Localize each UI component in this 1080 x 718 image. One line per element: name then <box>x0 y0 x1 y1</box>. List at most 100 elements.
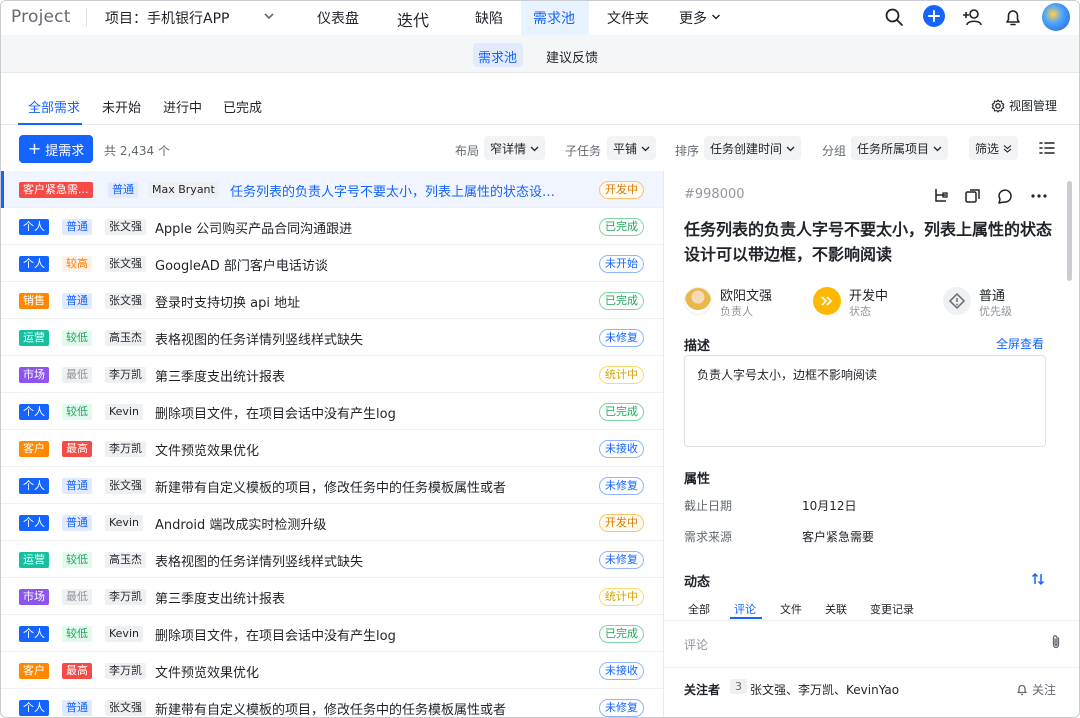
status-badge[interactable]: 未修复 <box>599 477 644 495</box>
list-row[interactable]: 市场 最低 李万凯 第三季度支出统计报表 统计中 <box>1 578 663 615</box>
chevron-down-icon[interactable] <box>711 12 721 22</box>
group-select[interactable]: 任务所属项目 <box>851 136 949 160</box>
more-icon[interactable] <box>1030 187 1048 205</box>
subtask-icon[interactable] <box>932 187 950 205</box>
status-badge[interactable]: 未修复 <box>599 329 644 347</box>
status-badge[interactable]: 已完成 <box>599 403 644 421</box>
subnav-requirements-pool[interactable]: 需求池 <box>478 47 517 66</box>
row-title[interactable]: Android 端改成实时检测升级 <box>155 514 326 533</box>
activity-tab-links[interactable]: 关联 <box>825 601 847 617</box>
tab-not-started[interactable]: 未开始 <box>102 97 141 116</box>
description-box[interactable]: 负责人字号太小，边框不影响阅读 <box>684 355 1046 447</box>
status-badge[interactable]: 未修复 <box>599 551 644 569</box>
row-title[interactable]: 第三季度支出统计报表 <box>155 588 285 607</box>
due-date-value[interactable]: 10月12日 <box>802 497 857 514</box>
chevron-down-icon[interactable] <box>263 10 275 22</box>
row-title[interactable]: 新建带有自定义模板的项目，修改任务中的任务模板属性或者 <box>155 477 506 496</box>
status-badge[interactable]: 未开始 <box>599 255 644 273</box>
full-view-link[interactable]: 全屏查看 <box>996 335 1044 352</box>
nav-defects[interactable]: 缺陷 <box>475 8 503 28</box>
status-badge[interactable]: 未修复 <box>599 699 644 717</box>
list-row[interactable]: 个人 较低 Kevin 删除项目文件，在项目会话中没有产生log 已完成 <box>1 615 663 652</box>
list-row[interactable]: 客户紧急需... 普通 Max Bryant 任务列表的负责人字号不要太小，列表上属性… <box>1 171 663 208</box>
subnav-feedback[interactable]: 建议反馈 <box>546 47 598 66</box>
status-badge[interactable]: 已完成 <box>599 218 644 236</box>
activity-tab-comments[interactable]: 评论 <box>734 601 756 617</box>
comment-icon[interactable] <box>996 187 1014 205</box>
row-title[interactable]: 新建带有自定义模板的项目，修改任务中的任务模板属性或者 <box>155 699 506 717</box>
list-row[interactable]: 市场 最低 李万凯 第三季度支出统计报表 统计中 <box>1 356 663 393</box>
status-badge[interactable]: 已完成 <box>599 292 644 310</box>
list-row[interactable]: 运营 较低 高玉杰 表格视图的任务详情列竖线样式缺失 未修复 <box>1 319 663 356</box>
followers-list[interactable]: 张文强、李万凯、KevinYao <box>750 681 899 698</box>
add-member-icon[interactable] <box>961 6 983 28</box>
filter-button[interactable]: 筛选 <box>969 136 1019 160</box>
activity-tab-files[interactable]: 文件 <box>780 601 802 617</box>
list-row[interactable]: 销售 普通 张文强 登录时支持切换 api 地址 已完成 <box>1 282 663 319</box>
row-title[interactable]: 表格视图的任务详情列竖线样式缺失 <box>155 329 363 348</box>
activity-tab-all[interactable]: 全部 <box>688 601 710 617</box>
assignee-label: 负责人 <box>720 305 753 318</box>
row-title[interactable]: GoogleAD 部门客户电话访谈 <box>155 255 328 274</box>
list-row[interactable]: 个人 普通 张文强 新建带有自定义模板的项目，修改任务中的任务模板属性或者 未修复 <box>1 689 663 717</box>
new-requirement-button[interactable]: + 提需求 <box>19 135 93 163</box>
layout-select[interactable]: 窄详情 <box>484 136 546 160</box>
subtask-select[interactable]: 平铺 <box>607 136 657 160</box>
create-button[interactable] <box>923 5 945 27</box>
status-badge[interactable]: 统计中 <box>599 588 644 606</box>
due-date-label: 截止日期 <box>684 499 733 513</box>
nav-iteration[interactable]: 迭代 <box>397 7 429 31</box>
status-badge[interactable]: 开发中 <box>599 514 644 532</box>
activity-tab-changes[interactable]: 变更记录 <box>870 601 914 617</box>
list-view-icon[interactable] <box>1037 138 1057 158</box>
list-row[interactable]: 个人 较低 Kevin 删除项目文件，在项目会话中没有产生log 已完成 <box>1 393 663 430</box>
row-title[interactable]: Apple 公司购买产品合同沟通跟进 <box>155 218 352 237</box>
row-title[interactable]: 删除项目文件，在项目会话中没有产生log <box>155 403 396 422</box>
follow-button[interactable]: 关注 <box>1016 681 1056 698</box>
view-manager-button[interactable]: 视图管理 <box>991 97 1057 114</box>
double-chevron-down-icon <box>1003 144 1012 153</box>
tab-all[interactable]: 全部需求 <box>28 97 80 116</box>
status-badge[interactable]: 已完成 <box>599 625 644 643</box>
attachment-icon[interactable] <box>1048 634 1064 650</box>
nav-dashboard[interactable]: 仪表盘 <box>317 8 359 28</box>
tab-completed[interactable]: 已完成 <box>223 97 262 116</box>
bell-icon[interactable] <box>1002 6 1024 28</box>
chevron-down-icon <box>933 146 942 151</box>
sort-select[interactable]: 任务创建时间 <box>704 136 802 160</box>
project-selector[interactable]: 项目：手机银行APP <box>105 8 229 28</box>
list-row[interactable]: 客户 最高 李万凯 文件预览效果优化 未接收 <box>1 652 663 689</box>
task-title[interactable]: 任务列表的负责人字号不要太小，列表上属性的状态设计可以带边框，不影响阅读 <box>684 217 1054 267</box>
list-row[interactable]: 个人 普通 Kevin Android 端改成实时检测升级 开发中 <box>1 504 663 541</box>
nav-folders[interactable]: 文件夹 <box>607 8 649 28</box>
tab-in-progress[interactable]: 进行中 <box>163 97 202 116</box>
status-badge[interactable]: 统计中 <box>599 366 644 384</box>
row-title[interactable]: 任务列表的负责人字号不要太小，列表上属性的状态设计... <box>230 181 560 200</box>
row-title[interactable]: 第三季度支出统计报表 <box>155 366 285 385</box>
row-title[interactable]: 表格视图的任务详情列竖线样式缺失 <box>155 551 363 570</box>
row-title[interactable]: 文件预览效果优化 <box>155 662 259 681</box>
priority-tag: 较低 <box>62 626 92 642</box>
list-row[interactable]: 运营 较低 高玉杰 表格视图的任务详情列竖线样式缺失 未修复 <box>1 541 663 578</box>
nav-requirements-pool[interactable]: 需求池 <box>533 8 575 28</box>
scrollbar[interactable] <box>1067 181 1072 281</box>
status-badge[interactable]: 未接收 <box>599 662 644 680</box>
owner-tag: Kevin <box>105 626 143 642</box>
row-title[interactable]: 文件预览效果优化 <box>155 440 259 459</box>
user-avatar[interactable] <box>1042 3 1070 31</box>
status-badge[interactable]: 未接收 <box>599 440 644 458</box>
list-row[interactable]: 个人 普通 张文强 Apple 公司购买产品合同沟通跟进 已完成 <box>1 208 663 245</box>
sort-icon[interactable] <box>1030 571 1046 587</box>
comment-input[interactable]: 评论 <box>684 636 708 653</box>
list-row[interactable]: 个人 普通 张文强 新建带有自定义模板的项目，修改任务中的任务模板属性或者 未修复 <box>1 467 663 504</box>
status-badge[interactable]: 开发中 <box>599 181 644 199</box>
nav-more[interactable]: 更多 <box>679 8 707 28</box>
row-title[interactable]: 删除项目文件，在项目会话中没有产生log <box>155 625 396 644</box>
search-icon[interactable] <box>883 6 905 28</box>
row-title[interactable]: 登录时支持切换 api 地址 <box>155 292 300 311</box>
source-value[interactable]: 客户紧急需要 <box>802 528 874 545</box>
list-row[interactable]: 个人 较高 张文强 GoogleAD 部门客户电话访谈 未开始 <box>1 245 663 282</box>
chevron-down-icon <box>786 146 795 151</box>
list-row[interactable]: 客户 最高 李万凯 文件预览效果优化 未接收 <box>1 430 663 467</box>
copy-icon[interactable] <box>964 187 982 205</box>
